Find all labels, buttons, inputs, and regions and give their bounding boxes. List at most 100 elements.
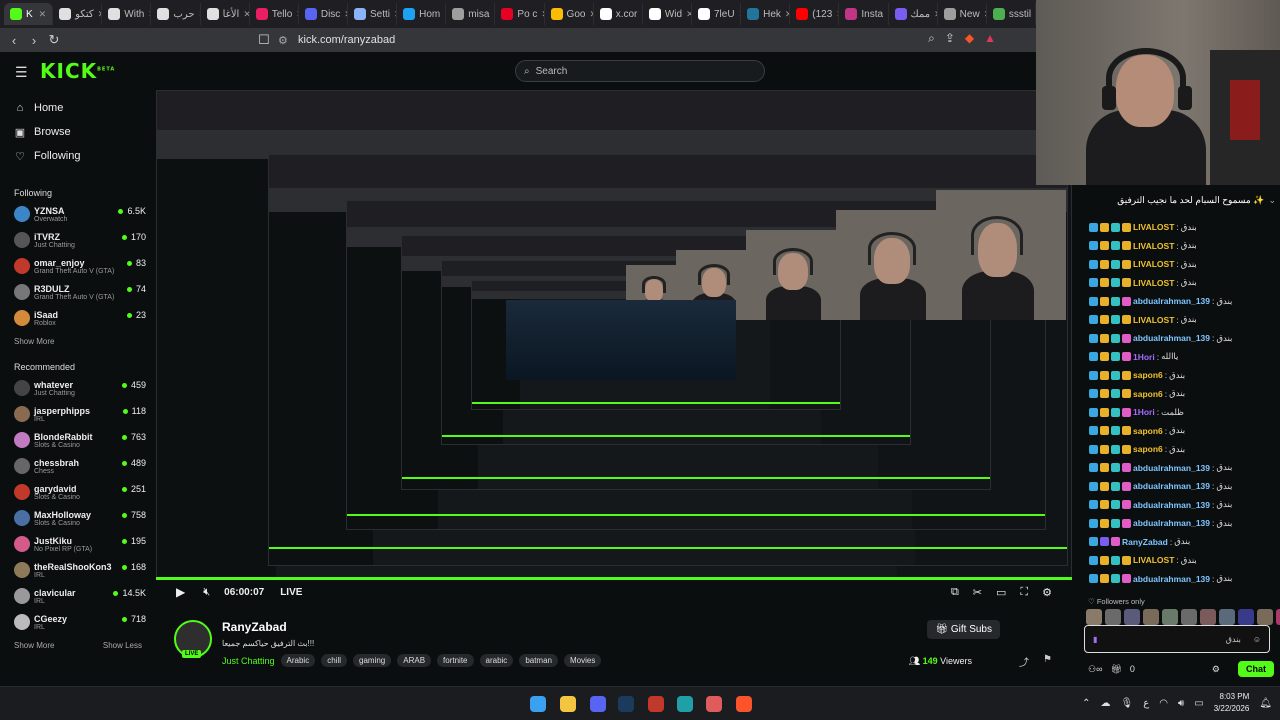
tab-close-icon[interactable]: ✕ [39,9,47,20]
browser-tab[interactable]: misa✕ [446,3,496,25]
tray-chevron-icon[interactable]: ⌃ [1082,698,1090,709]
emoji-icon[interactable]: ☺ [1253,635,1261,644]
stream-tag[interactable]: fortnite [437,654,474,667]
play-icon[interactable]: ▶ [176,585,185,599]
emote-icon[interactable] [1200,609,1216,625]
nav-home[interactable]: ⌂ Home [0,96,156,120]
browser-tab[interactable]: K ✕ [4,3,54,25]
emote-icon[interactable] [1181,609,1197,625]
channel-item[interactable]: iTVRZ Just Chatting 170 [0,228,156,254]
channel-item[interactable]: R3DULZ Grand Theft Auto V (GTA) 74 [0,280,156,306]
back-icon[interactable]: ‹ [4,33,24,48]
chat-username[interactable]: sapon6 [1133,389,1163,399]
chat-message[interactable]: sapon6: بندق [1089,423,1185,439]
chat-message[interactable]: LIVALOST: بندق [1089,256,1197,272]
chat-username[interactable]: abdualrahman_139 [1133,481,1210,491]
chat-input[interactable]: ▮ بندق ☺ [1084,625,1270,653]
chat-message[interactable]: abdualrahman_139: بندق [1089,478,1232,494]
emote-icon[interactable] [1086,609,1102,625]
chevron-down-icon[interactable]: ⌄ [1268,195,1276,206]
discord-icon[interactable] [590,696,606,712]
chat-message[interactable]: sapon6: بندق [1089,386,1185,402]
chat-message[interactable]: LIVALOST: بندق [1089,275,1197,291]
obs-icon[interactable] [648,696,664,712]
show-more-button[interactable]: Show More [14,641,54,650]
site-info-icon[interactable]: ⚙ [278,34,292,47]
channel-item[interactable]: MaxHolloway Slots & Casino 758 [0,506,156,532]
stream-tag[interactable]: Arabic [280,654,316,667]
gift-subs-button[interactable]: 🎁︎ Gift Subs [927,620,1000,639]
input-language[interactable]: ع [1143,698,1149,709]
chat-message[interactable]: sapon6: بندق [1089,441,1185,457]
browser-tab[interactable]: كتكو✕ [53,3,103,25]
theater-icon[interactable]: ▭ [996,586,1006,599]
chat-username[interactable]: abdualrahman_139 [1133,296,1210,306]
url-field[interactable]: ⚙ kick.com/ranyzabad [278,30,998,50]
pinned-message[interactable]: مسموح السبام لحد ما نجيب الترفيق ✨ ⌄ [1080,187,1276,213]
chat-username[interactable]: LIVALOST [1133,241,1174,251]
menu-icon[interactable]: ☰ [15,64,28,81]
chat-username[interactable]: LIVALOST [1133,278,1174,288]
browser-tab[interactable]: With✕ [102,3,152,25]
chat-username[interactable]: abdualrahman_139 [1133,518,1210,528]
browser-tab[interactable]: 7leU✕ [692,3,742,25]
browser-tab[interactable]: (123✕ [790,3,840,25]
channel-item[interactable]: chessbrah Chess 489 [0,454,156,480]
show-less-button[interactable]: Show Less [103,641,142,650]
stream-tag[interactable]: ARAB [397,654,432,667]
chat-users-icon[interactable]: ⚇∞ [1088,664,1102,675]
chat-username[interactable]: abdualrahman_139 [1133,574,1210,584]
browser-tab[interactable]: Insta✕ [839,3,889,25]
zoom-icon[interactable]: ⌕ [928,31,935,46]
emote-icon[interactable] [1238,609,1254,625]
video-player[interactable] [156,90,1072,580]
chat-message[interactable]: LIVALOST: بندق [1089,552,1197,568]
mic-tray-icon[interactable]: 🎙︎ [1121,698,1134,709]
brave-shield-icon[interactable]: ◆ [965,31,974,46]
network-icon[interactable]: ☁ [1101,698,1111,709]
chat-message[interactable]: abdualrahman_139: بندق [1089,515,1232,531]
wifi-icon[interactable]: ◠ [1159,698,1168,709]
search-input[interactable]: ⌕ Search [515,60,765,82]
browser-tab[interactable]: Hek✕ [741,3,791,25]
emote-icon[interactable] [1124,609,1140,625]
browser-tab[interactable]: Wid✕ [643,3,692,25]
chat-username[interactable]: LIVALOST [1133,222,1174,232]
gift-count-icon[interactable]: 🎁︎ [1110,664,1121,675]
chat-username[interactable]: RanyZabad [1122,537,1168,547]
chat-message[interactable]: abdualrahman_139: بندق [1089,571,1232,587]
chat-username[interactable]: 1Hori [1133,352,1155,362]
emote-icon[interactable] [1162,609,1178,625]
chat-message[interactable]: 1Hori: ظلمت [1089,404,1184,420]
channel-item[interactable]: whatever Just Chatting 459 [0,376,156,402]
emote-icon[interactable] [1219,609,1235,625]
channel-item[interactable]: garydavid Slots & Casino 251 [0,480,156,506]
pip-icon[interactable]: ⧉ [951,586,959,599]
chat-username[interactable]: abdualrahman_139 [1133,500,1210,510]
mute-icon[interactable]: 🔇︎ [203,586,210,599]
chat-message[interactable]: sapon6: بندق [1089,367,1185,383]
channel-item[interactable]: BlondeRabbit Slots & Casino 763 [0,428,156,454]
nav-browse[interactable]: ▣ Browse [0,120,156,144]
chat-message[interactable]: LIVALOST: بندق [1089,238,1197,254]
brave-icon[interactable] [736,696,752,712]
kick-logo[interactable]: KICKBETA [40,59,115,83]
emote-icon[interactable] [1105,609,1121,625]
emote-icon[interactable] [1143,609,1159,625]
emote-icon[interactable] [1257,609,1273,625]
browser-tab[interactable]: الأغا✕ [201,3,250,25]
app-icon[interactable] [706,696,722,712]
channel-item[interactable]: clavicular IRL 14.5K [0,584,156,610]
chat-username[interactable]: LIVALOST [1133,259,1174,269]
clip-icon[interactable]: ✂ [973,586,982,599]
streamer-name[interactable]: RanyZabad [222,620,287,634]
channel-item[interactable]: jasperphipps IRL 118 [0,402,156,428]
chat-message[interactable]: abdualrahman_139: بندق [1089,497,1232,513]
chat-username[interactable]: 1Hori [1133,407,1155,417]
browser-tab[interactable]: Setti✕ [348,3,398,25]
steam-icon[interactable] [618,696,634,712]
nav-following[interactable]: ♡ Following [0,144,156,168]
channel-item[interactable]: omar_enjoy Grand Theft Auto V (GTA) 83 [0,254,156,280]
settings-icon[interactable]: ⚙ [1042,586,1052,599]
browser-tab[interactable]: Goo✕ [545,3,594,25]
